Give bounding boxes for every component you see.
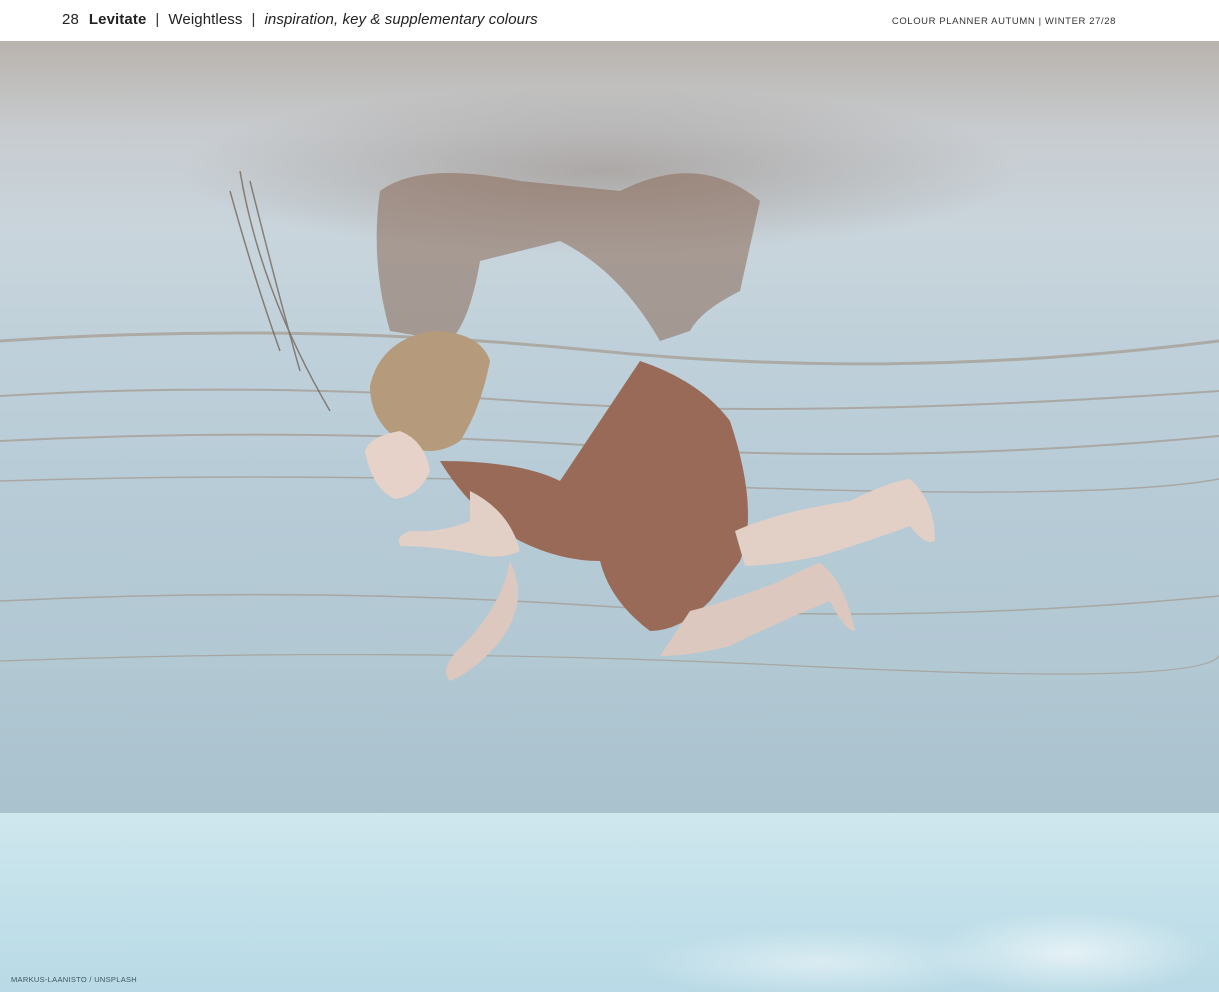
arm [446, 561, 518, 681]
hair [370, 331, 490, 451]
photo-illustration [0, 170, 1219, 681]
magazine-page: 28 Levitate | Weightless | inspiration, key &… [0, 0, 1219, 992]
section-description: inspiration, key & supplementary colours [264, 11, 538, 28]
page-number: 28 [62, 11, 79, 28]
leg [735, 479, 935, 566]
publication-title: COLOUR PLANNER AUTUMN | WINTER 27/28 [891, 16, 1116, 27]
photo-credit: MARKUS-LAANISTO / UNSPLASH [11, 975, 138, 984]
separator: | [251, 11, 256, 28]
separator: | [155, 11, 160, 28]
page-header: 28 Levitate | Weightless | inspiration, key &… [0, 0, 1219, 41]
reflection-shadow [376, 173, 760, 341]
dress [440, 361, 748, 631]
section-title: Levitate [88, 11, 147, 28]
reeds [229, 170, 331, 412]
hero-photo: MARKUS-LAANISTO / UNSPLASH [0, 41, 1219, 992]
section-subtitle: Weightless [168, 11, 243, 28]
header-left: 28 Levitate | Weightless | inspiration, key &… [62, 11, 538, 28]
